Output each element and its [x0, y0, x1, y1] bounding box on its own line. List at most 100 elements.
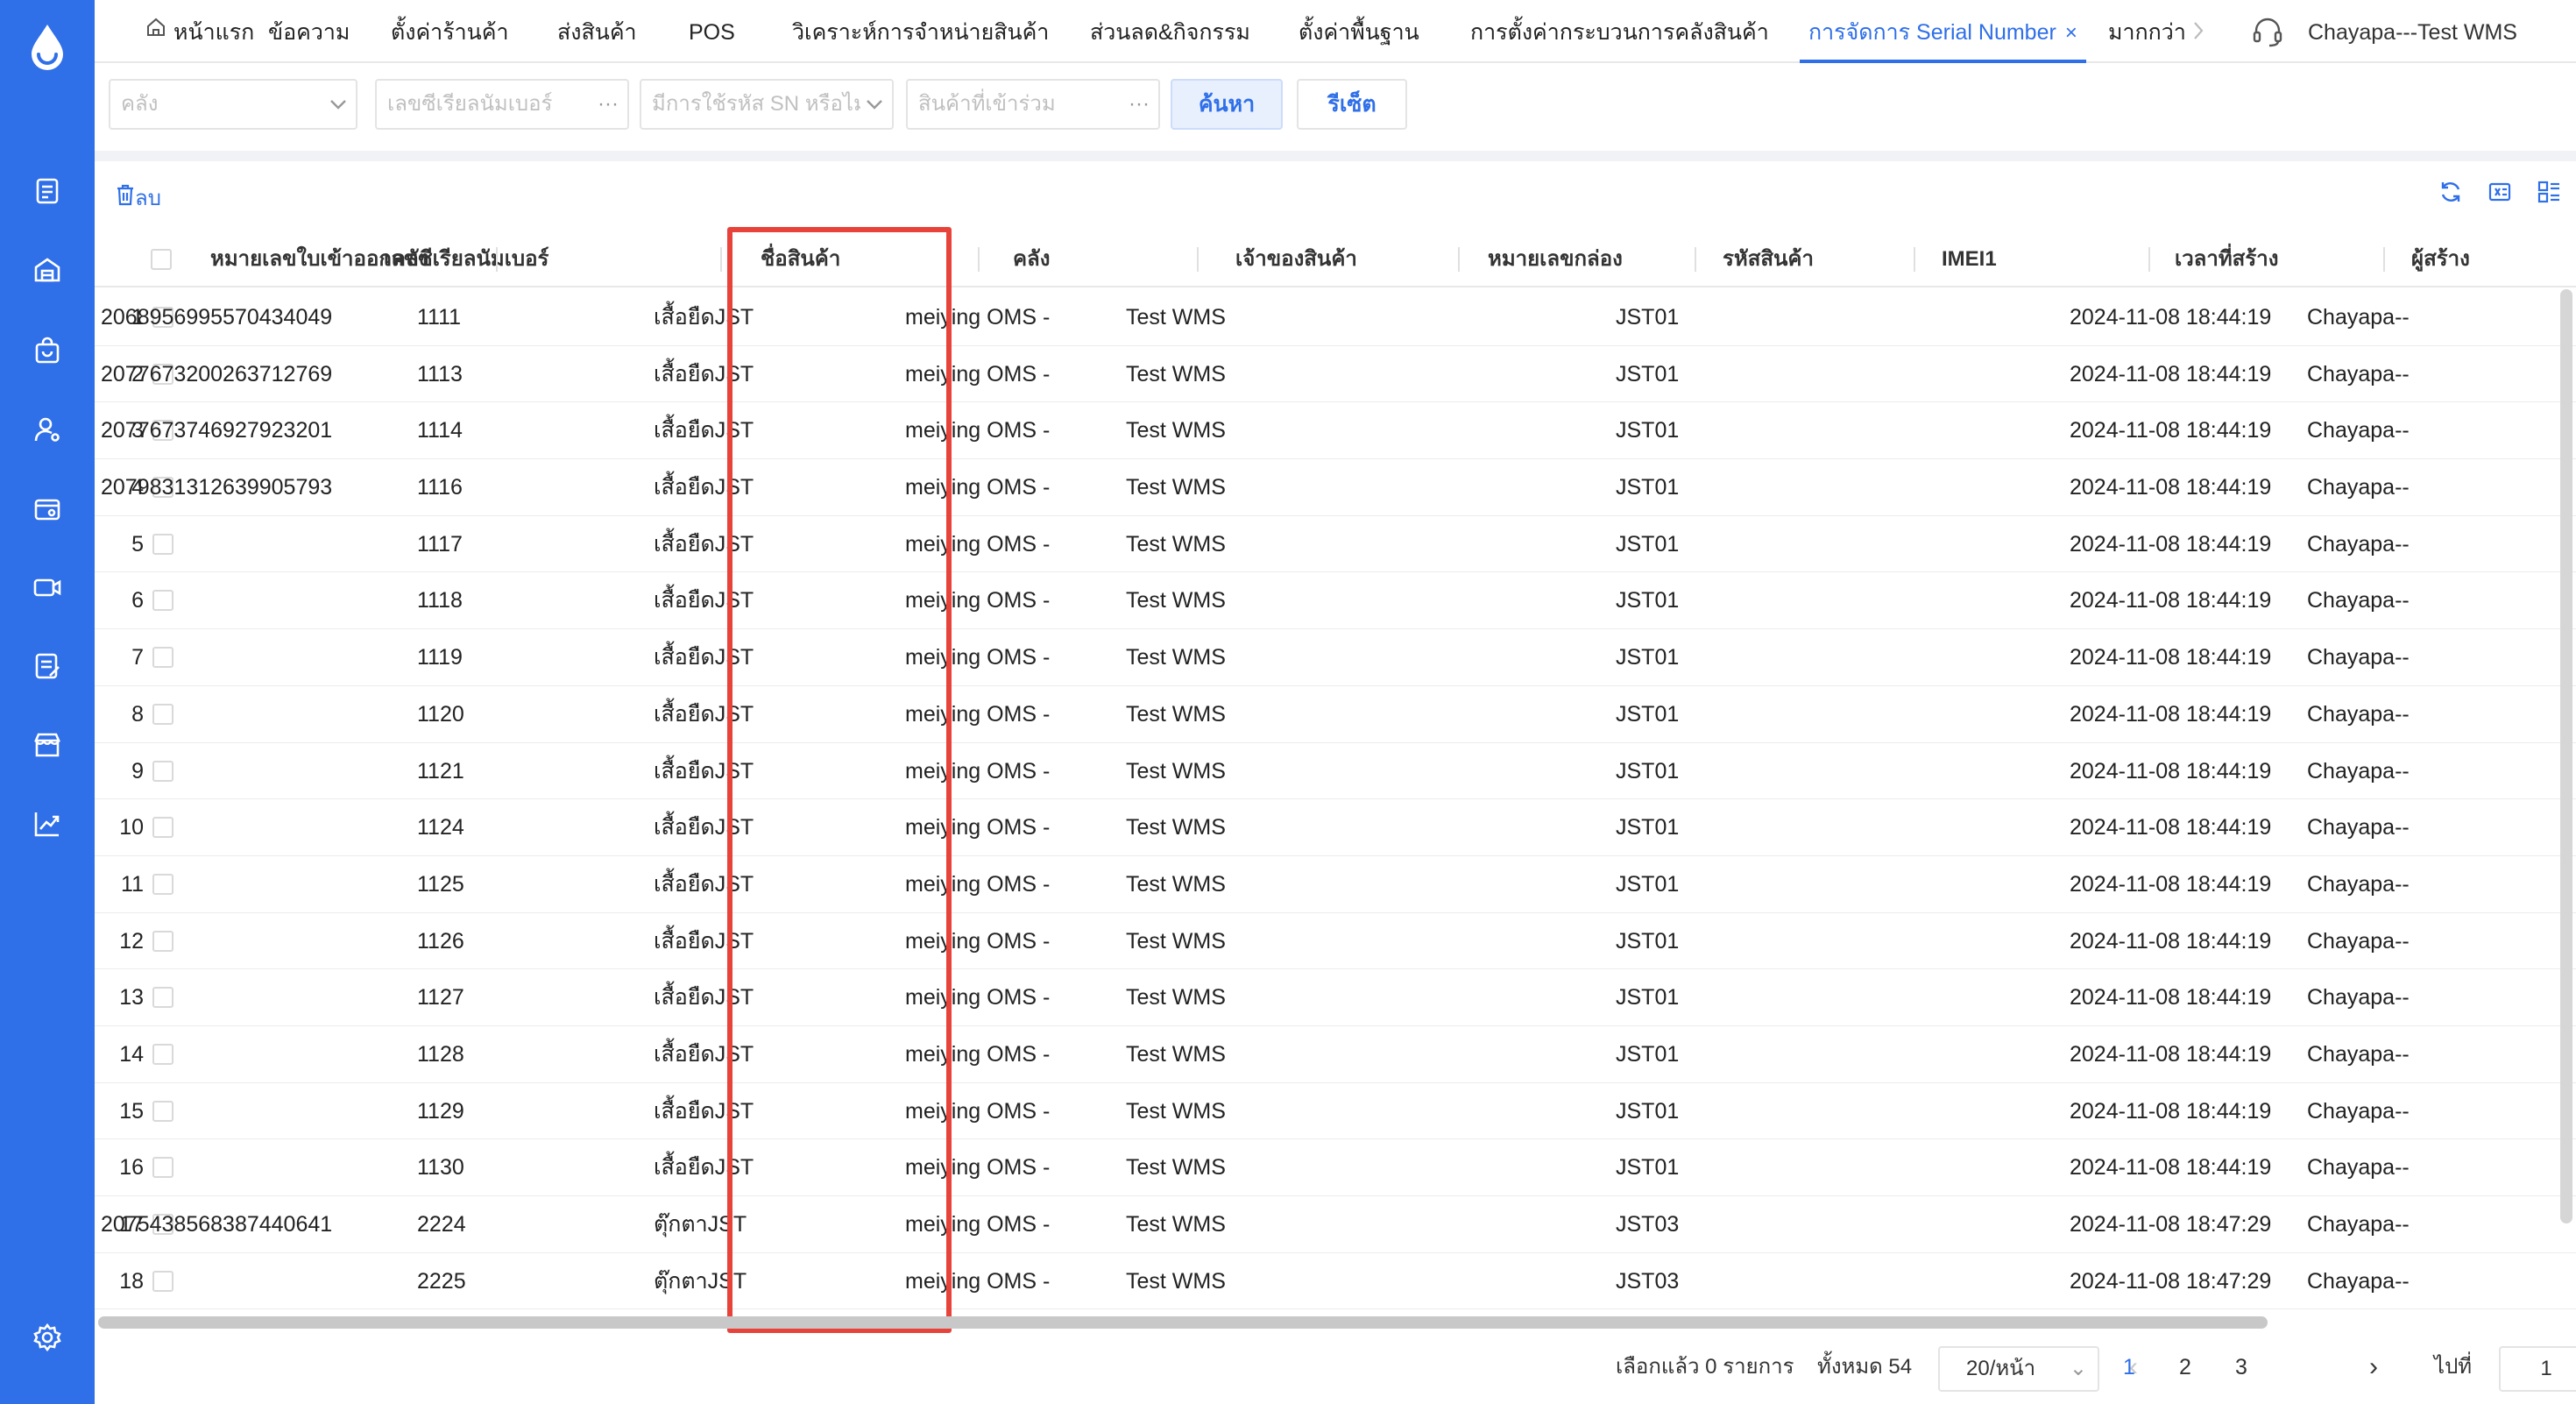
column-header[interactable]: รหัสสินค้า — [1723, 231, 1814, 287]
nav-tab[interactable]: หน้าแรก — [145, 0, 254, 63]
cell-wh: meiying OMS - — [905, 588, 1051, 613]
participating-product-input[interactable]: สินค้าที่เข้าร่วม ··· — [906, 79, 1160, 130]
goto-page-input[interactable]: 1 — [2499, 1346, 2576, 1392]
row-checkbox[interactable] — [152, 1157, 173, 1179]
column-header[interactable]: ผู้สร้าง — [2411, 231, 2470, 287]
nav-tab-label: ส่งสินค้า — [557, 20, 637, 45]
table-row[interactable]: 5 1117 เสื้อยืดJST meiying OMS - Test WMS JST… — [95, 516, 2576, 573]
nav-tab[interactable]: การจัดการ Serial Number × — [1800, 0, 2086, 63]
headset-icon[interactable] — [2250, 14, 2285, 53]
table-row[interactable]: 1 2068956995570434049 1111 เสื้อยืดJST meiyi… — [95, 289, 2576, 346]
nav-tab[interactable]: POS — [689, 0, 735, 63]
delete-button[interactable]: ลบ — [116, 181, 161, 215]
table-row[interactable]: 7 1119 เสื้อยืดJST meiying OMS - Test WMS JST… — [95, 629, 2576, 686]
row-checkbox[interactable] — [152, 647, 173, 669]
shopping-bag-icon[interactable] — [30, 333, 65, 368]
user-name[interactable]: Chayapa---Test WMS — [2308, 0, 2517, 63]
page-size-select[interactable]: 20/หน้า ⌄ — [1938, 1346, 2099, 1392]
nav-tab[interactable]: ตั้งค่าร้านค้า — [391, 0, 509, 63]
row-checkbox[interactable] — [152, 533, 173, 555]
sn-code-usage-select[interactable]: มีการใช้รหัส SN หรือไม่ — [640, 79, 894, 130]
column-resize-handle[interactable] — [2148, 247, 2150, 272]
row-checkbox[interactable] — [152, 590, 173, 612]
document-icon[interactable] — [30, 174, 65, 209]
column-header[interactable]: เลขซีเรียลนัมเบอร์ — [384, 231, 548, 287]
column-resize-handle[interactable] — [720, 247, 722, 272]
nav-tab[interactable]: วิเคราะห์การจำหน่ายสินค้า — [792, 0, 1049, 63]
table-row[interactable]: 12 1126 เสื้อยืดJST meiying OMS - Test WMS JS… — [95, 913, 2576, 970]
wallet-icon[interactable] — [30, 491, 65, 526]
table-row[interactable]: 2 2077673200263712769 1113 เสื้อยืดJST meiyi… — [95, 346, 2576, 403]
nav-tab[interactable]: การตั้งค่ากระบวนการคลังสินค้า — [1470, 0, 1769, 63]
refresh-icon[interactable] — [2436, 177, 2466, 207]
next-page-icon[interactable]: › — [2369, 1336, 2378, 1399]
app-logo-icon[interactable] — [26, 23, 68, 72]
more-options-icon[interactable]: ··· — [1123, 81, 1150, 128]
row-checkbox[interactable] — [152, 817, 173, 839]
column-resize-handle[interactable] — [496, 247, 498, 272]
page-number[interactable]: 3 — [2224, 1336, 2259, 1399]
table-row[interactable]: 11 1125 เสื้อยืดJST meiying OMS - Test WMS JS… — [95, 856, 2576, 913]
row-checkbox[interactable] — [152, 1043, 173, 1065]
more-options-icon[interactable]: ··· — [592, 81, 619, 128]
row-checkbox[interactable] — [152, 930, 173, 952]
column-resize-handle[interactable] — [1197, 247, 1199, 272]
settings-icon[interactable] — [30, 1320, 65, 1355]
export-icon[interactable] — [2485, 177, 2515, 207]
serial-number-input[interactable]: เลขซีเรียลนัมเบอร์ ··· — [375, 79, 629, 130]
warehouse-icon[interactable] — [30, 252, 65, 287]
table-row[interactable]: 16 1130 เสื้อยืดJST meiying OMS - Test WMS JS… — [95, 1139, 2576, 1196]
row-checkbox[interactable] — [152, 1270, 173, 1292]
warehouse-select[interactable]: คลัง — [109, 79, 357, 130]
column-header[interactable]: เจ้าของสินค้า — [1235, 231, 1357, 287]
row-checkbox[interactable] — [152, 760, 173, 782]
column-header[interactable]: IMEI1 — [1942, 231, 1997, 287]
column-resize-handle[interactable] — [1914, 247, 1915, 272]
row-checkbox[interactable] — [152, 1100, 173, 1122]
row-checkbox[interactable] — [152, 987, 173, 1009]
vertical-scrollbar-thumb[interactable] — [2560, 289, 2572, 1223]
table-row[interactable]: 17 2075438568387440641 2224 ตุ๊กตาJST meiyin… — [95, 1196, 2576, 1253]
table-row[interactable]: 4 2079831312639905793 1116 เสื้อยืดJST meiyi… — [95, 459, 2576, 516]
table-row[interactable]: 15 1129 เสื้อยืดJST meiying OMS - Test WMS JS… — [95, 1083, 2576, 1140]
column-resize-handle[interactable] — [2383, 247, 2385, 272]
select-all-checkbox[interactable] — [151, 249, 172, 270]
row-checkbox[interactable] — [152, 873, 173, 895]
horizontal-scrollbar[interactable] — [95, 1315, 2576, 1330]
table-row[interactable]: 18 2225 ตุ๊กตาJST meiying OMS - Test WMS JST0… — [95, 1253, 2576, 1310]
horizontal-scrollbar-thumb[interactable] — [98, 1316, 2268, 1329]
table-row[interactable]: 10 1124 เสื้อยืดJST meiying OMS - Test WMS JS… — [95, 799, 2576, 856]
column-header[interactable]: เวลาที่สร้าง — [2175, 231, 2278, 287]
user-settings-icon[interactable] — [30, 412, 65, 447]
column-header[interactable]: ชื่อสินค้า — [761, 231, 840, 287]
table-row[interactable]: 8 1120 เสื้อยืดJST meiying OMS - Test WMS JST… — [95, 686, 2576, 743]
table-row[interactable]: 14 1128 เสื้อยืดJST meiying OMS - Test WMS JS… — [95, 1026, 2576, 1083]
nav-tab[interactable]: มากกว่า — [2108, 0, 2186, 63]
column-resize-handle[interactable] — [1458, 247, 1460, 272]
table-row[interactable]: 6 1118 เสื้อยืดJST meiying OMS - Test WMS JST… — [95, 572, 2576, 630]
column-resize-handle[interactable] — [1695, 247, 1696, 272]
table-row[interactable]: 3 2077673746927923201 1114 เสื้อยืดJST meiyi… — [95, 402, 2576, 460]
table-row[interactable]: 9 1121 เสื้อยืดJST meiying OMS - Test WMS JST… — [95, 743, 2576, 800]
store-icon[interactable] — [30, 727, 65, 762]
table-row[interactable]: 13 1127 เสื้อยืดJST meiying OMS - Test WMS JS… — [95, 969, 2576, 1026]
nav-tab[interactable]: ส่วนลด&กิจกรรม — [1090, 0, 1250, 63]
chevron-right-icon[interactable] — [2192, 19, 2204, 46]
search-button[interactable]: ค้นหา — [1171, 79, 1283, 130]
column-settings-icon[interactable] — [2534, 177, 2564, 207]
close-tab-icon[interactable]: × — [2065, 21, 2077, 45]
reset-button[interactable]: รีเซ็ต — [1297, 79, 1407, 130]
column-resize-handle[interactable] — [978, 247, 980, 272]
page-number[interactable]: 1 — [2112, 1336, 2147, 1399]
nav-tab[interactable]: ตั้งค่าพื้นฐาน — [1299, 0, 1419, 63]
column-header[interactable]: หมายเลขกล่อง — [1488, 231, 1623, 287]
trend-chart-icon[interactable] — [30, 806, 65, 841]
nav-tab[interactable]: ส่งสินค้า — [557, 0, 637, 63]
video-icon[interactable] — [30, 570, 65, 605]
page-number[interactable]: 2 — [2168, 1336, 2203, 1399]
row-checkbox[interactable] — [152, 703, 173, 725]
report-icon[interactable] — [30, 649, 65, 684]
row-index: 16 — [119, 1155, 144, 1181]
column-header[interactable]: คลัง — [1013, 231, 1050, 287]
nav-tab[interactable]: ข้อความ — [268, 0, 350, 63]
